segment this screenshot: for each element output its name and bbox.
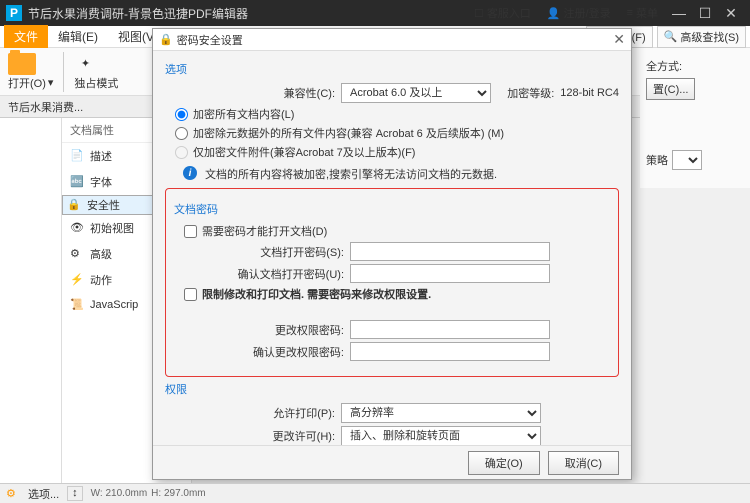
- titlebar: P 节后水果消费调研-背景色迅捷PDF编辑器 ☐客服入口 👤注册/登录 ≡菜单 …: [0, 0, 750, 26]
- gear-icon[interactable]: ⚙: [6, 487, 20, 501]
- perm-pwd-label: 更改权限密码:: [174, 322, 344, 338]
- policy-label: 策略: [646, 152, 668, 168]
- open-folder-icon[interactable]: [8, 53, 36, 75]
- ok-button[interactable]: 确定(O): [468, 451, 540, 475]
- enc-level-label: 加密等级:: [507, 85, 554, 101]
- restrict-permissions-check[interactable]: 限制修改和打印文档. 需要密码来修改权限设置.: [184, 286, 610, 302]
- exclusive-mode-label: 独占模式: [74, 75, 118, 91]
- security-summary: 全方式: 置(C)... 策略: [640, 48, 750, 188]
- statusbar: ⚙ 选项... ↕ W: 210.0mm H: 297.0mm: [0, 483, 750, 503]
- encrypt-attachments-radio: 仅加密文件附件(兼容Acrobat 7及以上版本)(F): [175, 144, 619, 160]
- cancel-button[interactable]: 取消(C): [548, 451, 619, 475]
- info-text: 文档的所有内容将被加密,搜索引擎将无法访问文档的元数据.: [205, 166, 497, 182]
- close-button[interactable]: ✕: [718, 3, 744, 23]
- page-width: W: 210.0mm: [91, 488, 148, 499]
- allow-print-label: 允许打印(P):: [165, 405, 335, 421]
- section-doc-password: 文档密码: [174, 201, 610, 217]
- minimize-button[interactable]: —: [666, 3, 692, 23]
- open-pwd-confirm-label: 确认文档打开密码(U):: [174, 266, 344, 282]
- open-password-confirm-input[interactable]: [350, 264, 550, 283]
- allow-change-select[interactable]: 插入、删除和旋转页面: [341, 426, 541, 445]
- advanced-find-button[interactable]: 🔍高级查找(S): [657, 26, 746, 48]
- settings-button[interactable]: 置(C)...: [646, 78, 695, 100]
- exclusive-mode-icon[interactable]: ✦: [74, 53, 96, 75]
- dialog-titlebar: 🔒 密码安全设置 ✕: [153, 29, 631, 51]
- maximize-button[interactable]: ☐: [692, 3, 718, 23]
- lock-icon: 🔒: [159, 33, 173, 46]
- enc-level-value: 128-bit RC4: [560, 87, 619, 99]
- window-title: 节后水果消费调研-背景色迅捷PDF编辑器: [28, 5, 466, 22]
- dialog-title: 密码安全设置: [177, 32, 243, 48]
- allow-print-select[interactable]: 高分辨率: [341, 403, 541, 423]
- login-link[interactable]: 👤注册/登录: [547, 5, 611, 21]
- open-pwd-label: 文档打开密码(S):: [174, 244, 344, 260]
- sec-mode-label: 全方式:: [646, 58, 682, 74]
- main-menu[interactable]: ≡菜单: [627, 5, 658, 21]
- menu-file[interactable]: 文件: [4, 25, 48, 48]
- require-open-password-check[interactable]: 需要密码才能打开文档(D): [184, 223, 610, 239]
- perm-password-confirm-input[interactable]: [350, 342, 550, 361]
- password-security-dialog: 🔒 密码安全设置 ✕ 选项 兼容性(C): Acrobat 6.0 及以上 加密…: [152, 28, 632, 480]
- open-password-input[interactable]: [350, 242, 550, 261]
- dialog-footer: 确定(O) 取消(C): [153, 445, 631, 479]
- policy-select[interactable]: [672, 150, 702, 170]
- section-permissions: 权限: [165, 381, 619, 397]
- support-link[interactable]: ☐客服入口: [474, 5, 531, 21]
- options-link[interactable]: 选项...: [28, 486, 59, 502]
- perm-password-input[interactable]: [350, 320, 550, 339]
- app-logo: P: [6, 5, 22, 21]
- compat-label: 兼容性(C):: [165, 85, 335, 101]
- info-icon: i: [183, 166, 197, 180]
- dialog-close-button[interactable]: ✕: [613, 31, 625, 48]
- perm-pwd-confirm-label: 确认更改权限密码:: [174, 344, 344, 360]
- menu-edit[interactable]: 编辑(E): [48, 25, 108, 48]
- section-options: 选项: [165, 61, 619, 77]
- encrypt-except-meta-radio[interactable]: 加密除元数据外的所有文件内容(兼容 Acrobat 6 及后续版本) (M): [175, 125, 619, 141]
- password-section-highlight: 文档密码 需要密码才能打开文档(D) 文档打开密码(S): 确认文档打开密码(U…: [165, 188, 619, 377]
- open-label[interactable]: 打开(O)▾: [8, 75, 53, 91]
- encrypt-all-radio[interactable]: 加密所有文档内容(L): [175, 106, 619, 122]
- compat-select[interactable]: Acrobat 6.0 及以上: [341, 83, 491, 103]
- allow-change-label: 更改许可(H):: [165, 428, 335, 444]
- page-height: H: 297.0mm: [151, 488, 205, 499]
